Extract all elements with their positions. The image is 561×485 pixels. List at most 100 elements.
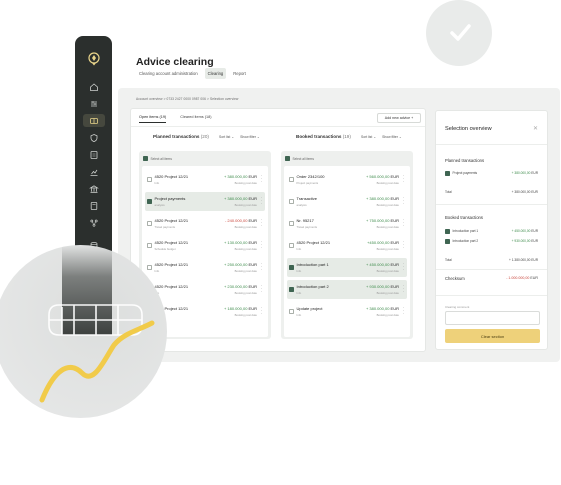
transaction-name: 4520 Project 12/21 <box>154 174 189 180</box>
more-options-icon[interactable]: · · · <box>402 218 405 229</box>
sidebar-item-home[interactable] <box>83 80 105 93</box>
checkbox[interactable] <box>289 199 294 204</box>
sidebar-item-security[interactable] <box>83 131 105 144</box>
transaction-row[interactable]: Order 2342/100 Project payments + 560.000,… <box>287 170 407 189</box>
transaction-row[interactable]: Project payments analysis + 380.000,00 EUR… <box>145 192 265 211</box>
checkbox[interactable] <box>147 221 152 226</box>
transaction-amount: + 130.000,00 EUR <box>224 240 257 245</box>
transaction-amount: + 930.000,00 EUR <box>366 284 399 289</box>
transaction-row[interactable]: Nr. 95217 Travel payments + 750.000,00 EUR… <box>287 214 407 233</box>
clearing-comment-input[interactable] <box>445 311 540 325</box>
transaction-subtitle: analysis <box>296 202 307 207</box>
planned-sort-button[interactable]: Sort list ⌄ <box>219 135 234 139</box>
amount: + 930.000,00 <box>365 284 390 290</box>
item-label: Introduction part 1 <box>452 229 479 234</box>
transaction-row[interactable]: Update project Info + 380.000,00 EUR Bookin… <box>287 302 407 321</box>
checkbox[interactable] <box>289 265 294 270</box>
transaction-row[interactable]: 4520 Project 12/21 Info + 380.000,00 EUR Bo… <box>145 170 265 189</box>
overview-booked-total: Total + 1.380.000,00 EUR <box>445 258 538 262</box>
checkbox[interactable] <box>289 287 294 292</box>
more-options-icon[interactable]: · · · <box>402 196 405 207</box>
tab-clearing-account-administration[interactable]: Clearing account administration <box>136 68 201 79</box>
more-options-icon[interactable]: · · · <box>260 174 263 185</box>
sidebar-item-wallet[interactable] <box>82 114 105 127</box>
transaction-amount-block: + 380.000,00 EUR Booking post date <box>224 196 257 207</box>
transaction-amount-block: + 450.000,00 EUR Booking post date <box>366 262 399 273</box>
more-options-icon[interactable]: · · · <box>402 284 405 295</box>
network-icon <box>89 219 98 227</box>
checkbox[interactable] <box>445 229 450 234</box>
overview-planned-item: Project payments + 380.000,00 EUR <box>445 171 538 176</box>
transaction-date: Booking post date <box>376 290 399 295</box>
transaction-row[interactable]: Introduction part 2 Info + 930.000,00 EUR B… <box>287 280 407 299</box>
currency: EUR <box>248 284 257 290</box>
checkbox[interactable] <box>289 243 294 248</box>
chart-icon <box>90 169 97 176</box>
overview-title: Selection overview <box>445 126 492 132</box>
transaction-row[interactable]: Transactive analysis + 380.000,00 EUR Booki… <box>287 192 407 211</box>
more-options-icon[interactable]: · · · <box>260 262 263 273</box>
transaction-row[interactable]: 4520 Project 12/21 Info +450.000,00 EUR Boo… <box>287 236 407 255</box>
checksum-row: Checksum - 1.000.000,00 EUR <box>445 276 538 281</box>
amount: + 230.000,00 <box>223 284 248 290</box>
booked-sort-button[interactable]: Sort list ⌄ <box>361 135 376 139</box>
booked-controls: Sort list ⌄ Show filter ⌄ <box>361 135 402 139</box>
planned-select-all[interactable]: Select all items <box>142 154 268 163</box>
transaction-date: Booking post date <box>376 180 399 185</box>
amount: + 380.000,00 <box>511 171 531 176</box>
more-options-icon[interactable]: · · · <box>402 240 405 251</box>
transaction-subtitle: Info <box>296 268 302 273</box>
check-icon <box>450 24 471 41</box>
amount: - 1.000.000,00 <box>506 276 530 280</box>
checkbox[interactable] <box>445 239 450 244</box>
more-options-icon[interactable]: · · · <box>402 262 405 273</box>
planned-transactions-heading: Planned transactions (20) <box>153 134 209 139</box>
planned-title: Planned transactions <box>153 134 200 139</box>
total-label: Total <box>445 258 452 262</box>
checkbox[interactable] <box>289 309 294 314</box>
tab-cleared-items[interactable]: Cleared items (18) <box>180 115 211 123</box>
transaction-name: Order 2342/100 <box>296 174 325 180</box>
sidebar-item-documents[interactable] <box>83 148 105 161</box>
sidebar-item-reports[interactable] <box>83 165 105 178</box>
checkbox[interactable] <box>289 221 294 226</box>
sidebar-item-bank[interactable] <box>83 182 105 195</box>
planned-filter-button[interactable]: Show filter ⌄ <box>240 135 260 139</box>
transaction-amount-block: + 230.000,00 EUR Booking post date <box>224 284 257 295</box>
transaction-date: Booking post date <box>234 180 257 185</box>
tab-report[interactable]: Report <box>230 68 249 79</box>
checkbox[interactable] <box>445 171 450 176</box>
chart-grid-graphic <box>39 245 155 403</box>
clear-section-button[interactable]: Clear section <box>445 329 540 343</box>
tab-clearing[interactable]: Clearing <box>204 68 227 79</box>
more-options-icon[interactable]: · · · <box>260 306 263 317</box>
transaction-amount: + 380.000,00 EUR <box>224 174 257 179</box>
add-new-advice-button[interactable]: Add new advice + <box>377 113 421 123</box>
more-options-icon[interactable]: · · · <box>260 240 263 251</box>
transaction-row[interactable]: 4520 Project 12/21 Travel payments - 240.0… <box>145 214 265 233</box>
booked-select-all[interactable]: Select all items <box>284 154 410 163</box>
sidebar-item-calculator[interactable] <box>83 199 105 212</box>
more-options-icon[interactable]: · · · <box>260 218 263 229</box>
checkbox[interactable] <box>285 156 290 161</box>
more-options-icon[interactable]: · · · <box>260 284 263 295</box>
transaction-subtitle: Info <box>296 246 302 251</box>
sidebar-item-network[interactable] <box>83 216 105 229</box>
transaction-row[interactable]: Introduction part 1 Info + 450.000,00 EUR B… <box>287 258 407 277</box>
currency: EUR <box>390 240 399 246</box>
booked-filter-button[interactable]: Show filter ⌄ <box>382 135 402 139</box>
tab-open-items[interactable]: Open items (19) <box>139 115 167 123</box>
checkbox[interactable] <box>147 199 152 204</box>
more-options-icon[interactable]: · · · <box>402 174 405 185</box>
transaction-amount-block: + 750.000,00 EUR Booking post date <box>366 218 399 229</box>
checkbox[interactable] <box>289 177 294 182</box>
document-icon <box>90 150 97 159</box>
close-icon[interactable]: ✕ <box>533 125 538 132</box>
sidebar-item-settings[interactable] <box>83 97 105 110</box>
checkbox[interactable] <box>143 156 148 161</box>
checkbox[interactable] <box>147 177 152 182</box>
transaction-amount: - 240.000,00 EUR <box>225 218 257 223</box>
more-options-icon[interactable]: · · · <box>260 196 263 207</box>
item-value: + 450.000,00 EUR <box>512 229 538 233</box>
more-options-icon[interactable]: · · · <box>402 306 405 317</box>
